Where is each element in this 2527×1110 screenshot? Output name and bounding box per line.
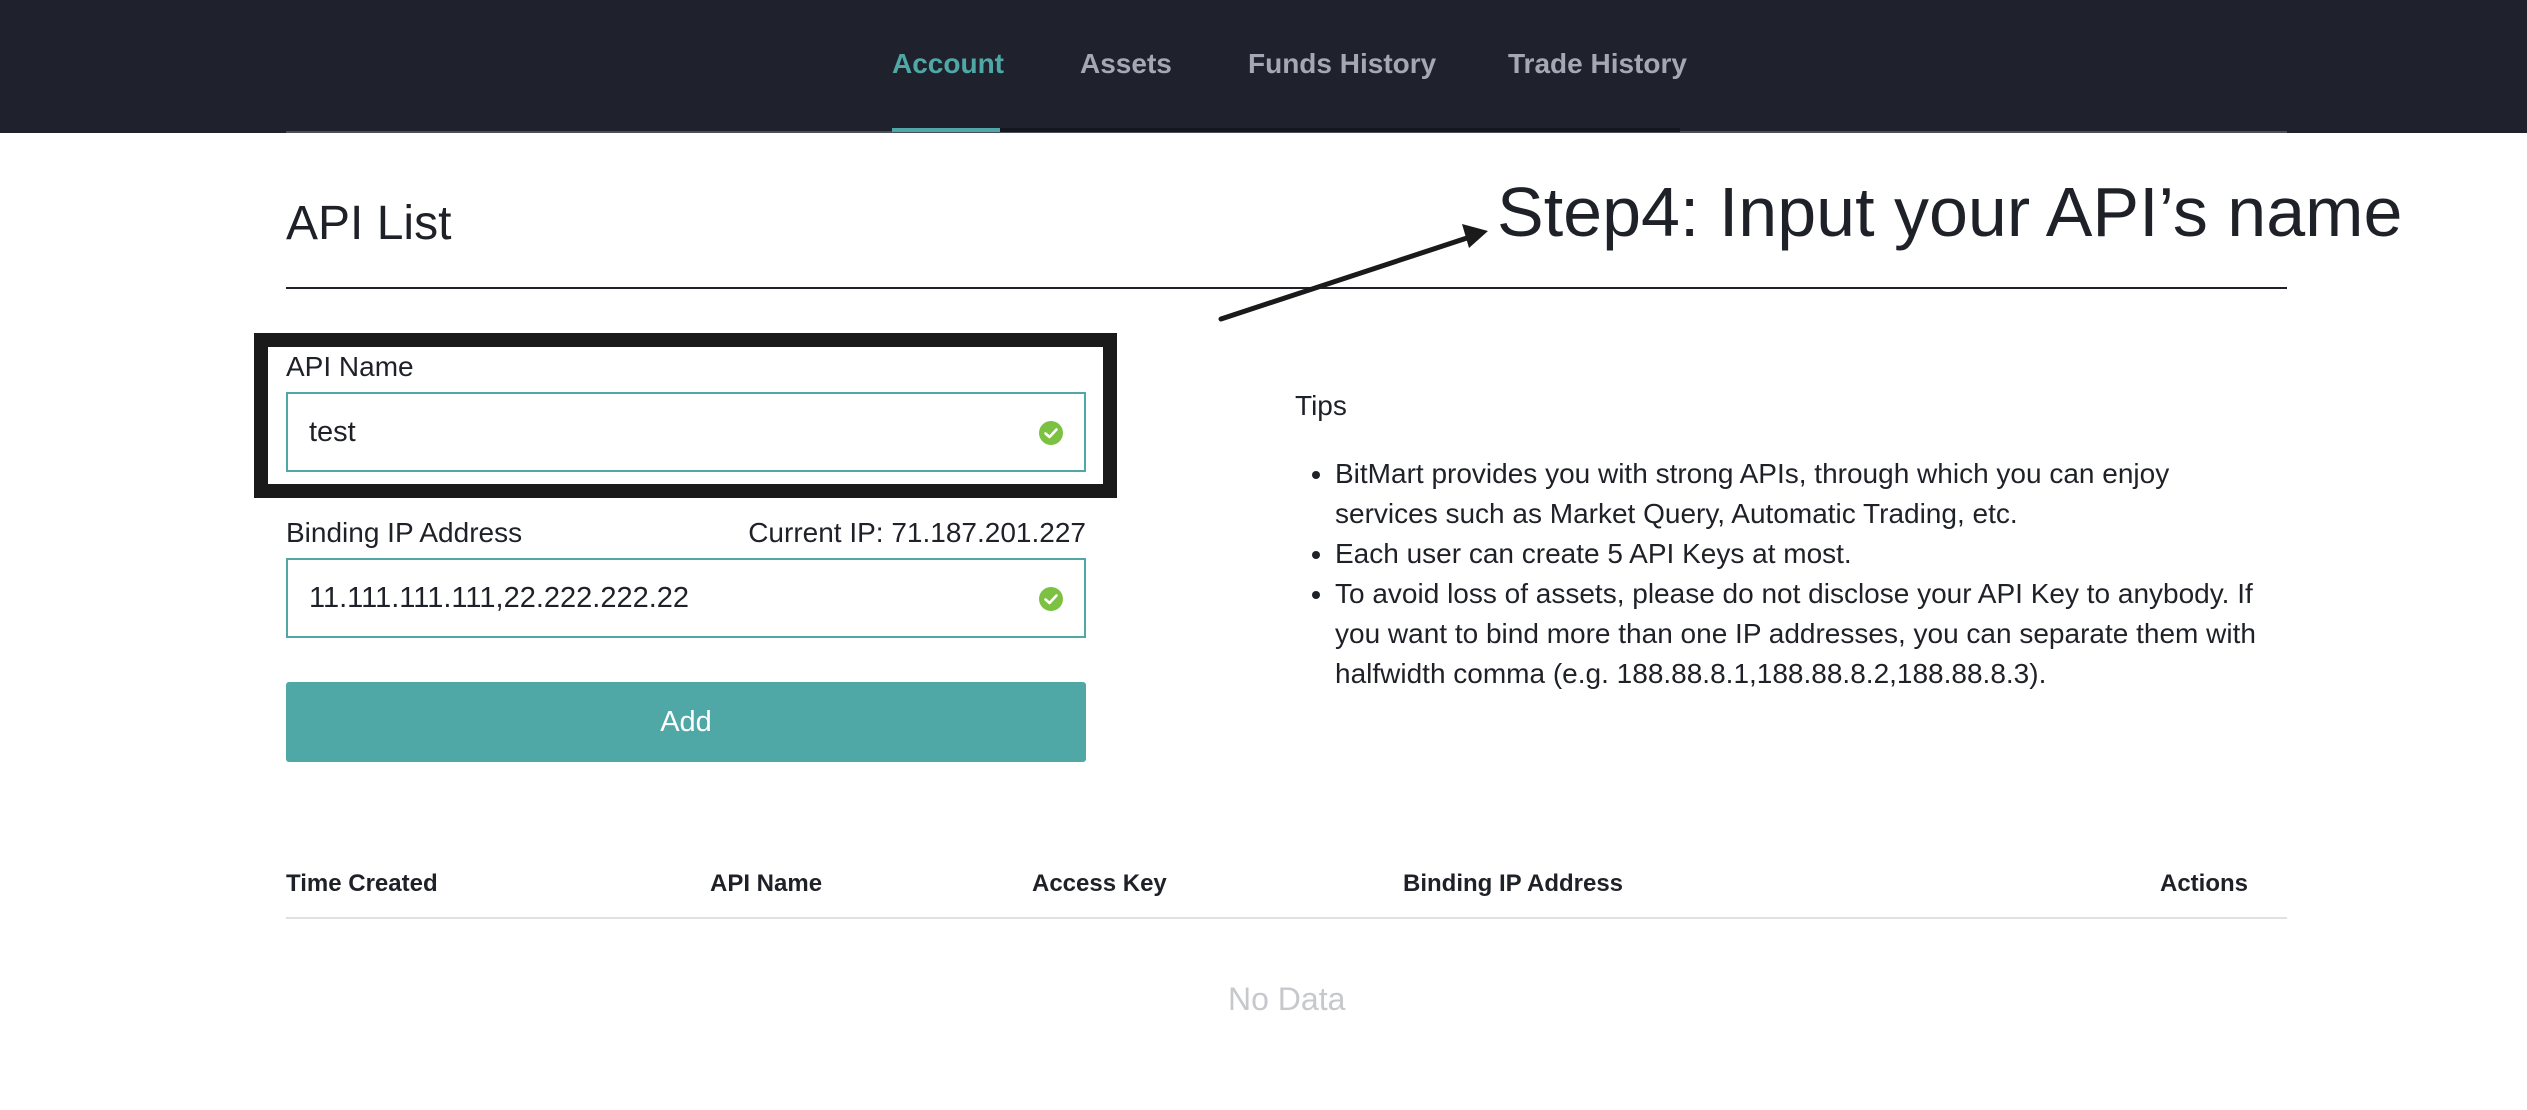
binding-ip-value[interactable]: 11.111.111.111,22.222.222.22 [309, 582, 689, 615]
check-circle-icon [1039, 421, 1063, 445]
add-api-button[interactable]: Add [286, 682, 1086, 762]
current-ip-text: Current IP: 71.187.201.227 [748, 517, 1086, 548]
tip-item: BitMart provides you with strong APIs, t… [1335, 454, 2265, 534]
table-empty-state: No Data [1228, 981, 1346, 1017]
column-header-access-key: Access Key [1032, 870, 1167, 897]
table-header-divider [286, 917, 2287, 919]
column-header-time-created: Time Created [286, 870, 438, 897]
api-name-input[interactable]: test [286, 392, 1086, 472]
api-name-value[interactable]: test [309, 416, 356, 449]
column-header-actions: Actions [2160, 870, 2249, 897]
column-header-api-name: API Name [710, 870, 823, 897]
tip-item: Each user can create 5 API Keys at most. [1335, 534, 2265, 574]
binding-ip-label: Binding IP Address [286, 517, 523, 548]
tips-list: BitMart provides you with strong APIs, t… [1295, 454, 2265, 694]
tip-item: To avoid loss of assets, please do not d… [1335, 574, 2265, 694]
check-circle-icon [1039, 587, 1063, 611]
tips-title: Tips [1295, 390, 1347, 421]
column-header-binding-ip: Binding IP Address [1403, 870, 1624, 897]
api-name-label: API Name [286, 351, 414, 382]
binding-ip-input[interactable]: 11.111.111.111,22.222.222.22 [286, 558, 1086, 638]
